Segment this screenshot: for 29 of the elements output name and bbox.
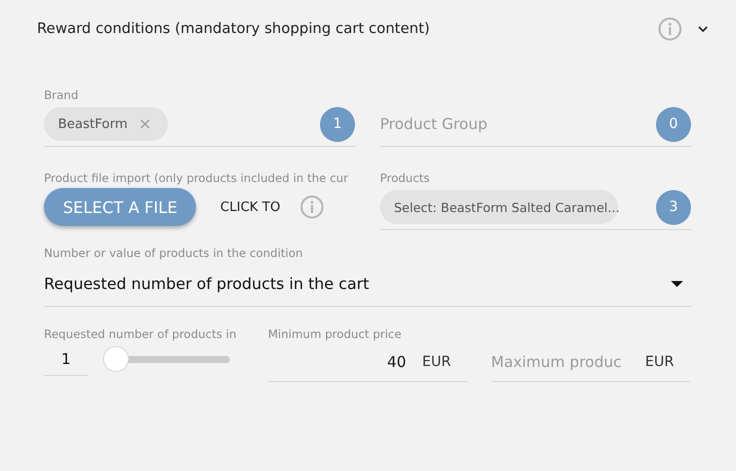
field-placeholder: Maximum produc — [491, 353, 622, 371]
slider-thumb[interactable] — [103, 346, 129, 372]
field-label: Minimum product price — [268, 327, 402, 343]
chip-text: BeastForm — [58, 116, 128, 132]
field-label: Product file import (only products included in the cur — [44, 171, 350, 187]
product-chip: Select: BeastForm Salted Caramel... — [380, 190, 618, 224]
info-icon[interactable] — [300, 195, 324, 219]
section-title: Reward conditions (mandatory shopping cart content) — [37, 21, 431, 37]
count-badge: 3 — [656, 190, 691, 224]
min-price-field[interactable]: 40 EUR — [268, 343, 467, 382]
currency-label: EUR — [645, 354, 674, 370]
currency-label: EUR — [422, 354, 451, 370]
field-label: Number or value of products in the condition — [44, 246, 304, 262]
brand-field[interactable]: BeastForm 1 — [44, 104, 355, 147]
remove-icon[interactable] — [140, 119, 150, 129]
products-field[interactable]: Select: BeastForm Salted Caramel... 3 — [380, 187, 691, 230]
upload-hint: CLICK TO — [220, 200, 280, 214]
max-price-field[interactable]: Maximum produc EUR — [491, 343, 690, 382]
caret-icon — [671, 281, 683, 287]
condition-dropdown[interactable]: Requested number of products in the cart — [44, 262, 691, 307]
count-badge: 0 — [656, 106, 691, 142]
field-label: Brand — [44, 88, 80, 104]
field-label: Requested number of products in — [44, 327, 238, 343]
quantity-field[interactable]: 1 — [44, 343, 88, 376]
field-label: Products — [380, 171, 431, 187]
chevron-icon[interactable] — [698, 26, 708, 32]
field-placeholder: Product Group — [380, 115, 488, 133]
count-badge: 1 — [320, 106, 355, 142]
info-icon[interactable] — [658, 17, 682, 41]
